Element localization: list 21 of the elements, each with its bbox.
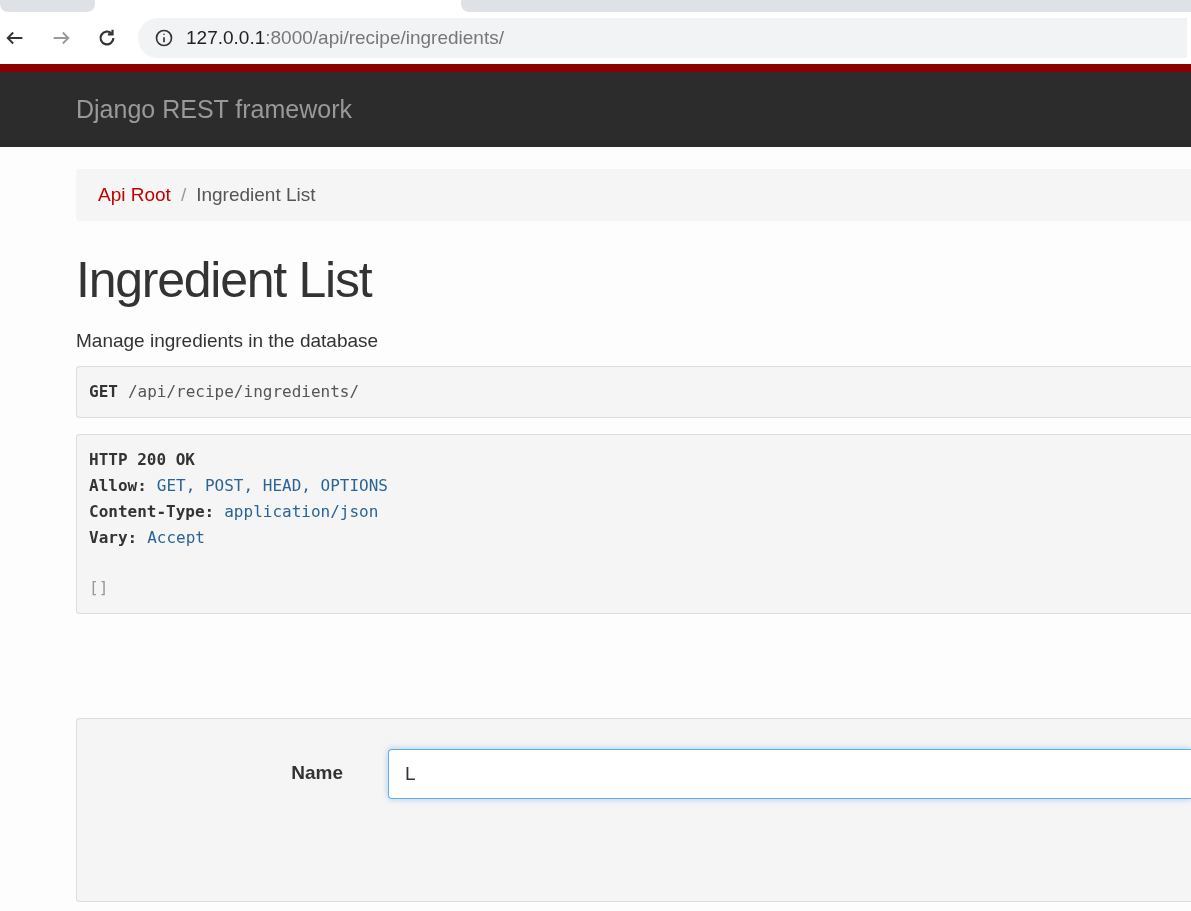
header-name: Vary: (89, 526, 138, 549)
request-path: /api/recipe/ingredients/ (127, 380, 360, 403)
response-body: [] (89, 576, 110, 599)
address-bar[interactable]: 127.0.0.1:8000/api/recipe/ingredients/ (138, 18, 1187, 58)
header-name: Allow: (89, 474, 147, 497)
page-title: Ingredient List (76, 255, 374, 305)
header-value: application/json (224, 500, 379, 523)
url-text: 127.0.0.1:8000/api/recipe/ingredients/ (186, 25, 504, 50)
breadcrumb-separator: / (180, 182, 187, 207)
header-name: Content-Type: (89, 500, 215, 523)
response-status: HTTP 200 OK (89, 448, 196, 471)
field-label: Name (290, 761, 343, 786)
header-value: GET, POST, HEAD, OPTIONS (156, 474, 388, 497)
header-value: Accept (147, 526, 205, 549)
info-icon (154, 28, 174, 48)
breadcrumb-item: Ingredient List (196, 182, 316, 207)
breadcrumb-item[interactable]: Api Root (98, 180, 171, 210)
brand-link[interactable]: Django REST framework (76, 90, 353, 129)
page-description: Manage ingredients in the database (76, 329, 380, 353)
name-input[interactable]: L (388, 748, 1191, 799)
request-method: GET (89, 380, 118, 403)
